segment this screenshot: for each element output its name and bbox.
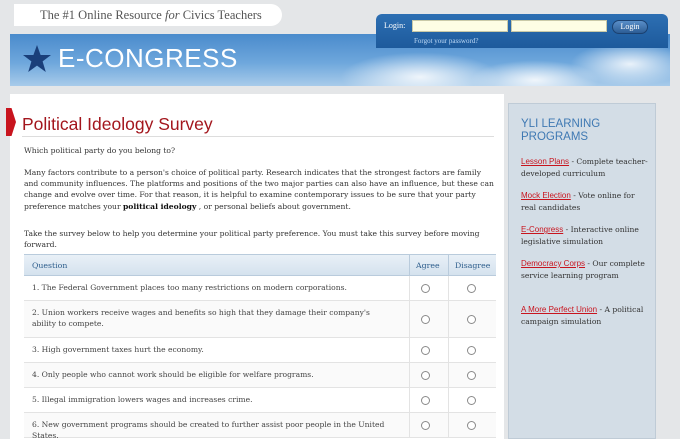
column-divider bbox=[409, 338, 410, 362]
survey-instructions: Take the survey below to help you determ… bbox=[24, 229, 480, 250]
question-text: 3. High government taxes hurt the econom… bbox=[32, 345, 204, 354]
header-agree: Agree bbox=[416, 261, 440, 270]
sidebar-item-lesson-plans: Lesson Plans - Complete teacher-develope… bbox=[521, 156, 649, 180]
tagline-prefix: The #1 Online Resource bbox=[40, 8, 165, 22]
democracy-corps-link[interactable]: Democracy Corps bbox=[521, 259, 585, 268]
question-text: 6. New government programs should be cre… bbox=[32, 420, 385, 439]
agree-radio[interactable] bbox=[421, 284, 430, 293]
body-bold-term: political ideology bbox=[123, 201, 197, 211]
lesson-plans-link[interactable]: Lesson Plans bbox=[521, 157, 569, 166]
question-text: 4. Only people who cannot work should be… bbox=[32, 370, 314, 379]
disagree-radio[interactable] bbox=[467, 284, 476, 293]
column-divider bbox=[409, 276, 410, 300]
column-divider bbox=[448, 338, 449, 362]
agree-radio[interactable] bbox=[421, 421, 430, 430]
mock-election-link[interactable]: Mock Election bbox=[521, 191, 571, 200]
disagree-radio[interactable] bbox=[467, 421, 476, 430]
login-panel: Login: Login Forgot your password? bbox=[376, 14, 668, 48]
column-divider bbox=[448, 363, 449, 387]
column-divider bbox=[448, 255, 449, 275]
site-logo[interactable]: E-CONGRESS bbox=[58, 43, 238, 74]
table-row: 2. Union workers receive wages and benef… bbox=[24, 301, 496, 338]
question-text: 5. Illegal immigration lowers wages and … bbox=[32, 395, 253, 404]
header-disagree: Disagree bbox=[455, 261, 491, 270]
table-row: 3. High government taxes hurt the econom… bbox=[24, 338, 496, 363]
agree-radio[interactable] bbox=[421, 315, 430, 324]
disagree-radio[interactable] bbox=[467, 346, 476, 355]
site-tagline: The #1 Online Resource for Civics Teache… bbox=[14, 4, 282, 26]
password-input[interactable] bbox=[511, 20, 607, 32]
column-divider bbox=[448, 388, 449, 412]
column-divider bbox=[409, 363, 410, 387]
intro-question: Which political party do you belong to? bbox=[24, 146, 176, 155]
table-row: 1. The Federal Government places too man… bbox=[24, 276, 496, 301]
column-divider bbox=[409, 413, 410, 437]
column-divider bbox=[409, 388, 410, 412]
table-row: 6. New government programs should be cre… bbox=[24, 413, 496, 439]
column-divider bbox=[448, 301, 449, 337]
login-button[interactable]: Login bbox=[612, 20, 648, 34]
table-row: 5. Illegal immigration lowers wages and … bbox=[24, 388, 496, 413]
forgot-password-link[interactable]: Forgot your password? bbox=[414, 37, 478, 45]
question-text: 1. The Federal Government places too man… bbox=[32, 283, 347, 292]
sidebar-item-mock-election: Mock Election - Vote online for real can… bbox=[521, 190, 649, 214]
tagline-suffix: Civics Teachers bbox=[179, 8, 262, 22]
sidebar-item-e-congress: E-Congress - Interactive online legislat… bbox=[521, 224, 649, 248]
agree-radio[interactable] bbox=[421, 346, 430, 355]
question-text: 2. Union workers receive wages and benef… bbox=[32, 308, 370, 328]
column-divider bbox=[409, 255, 410, 275]
title-divider bbox=[22, 136, 494, 137]
column-divider bbox=[448, 413, 449, 437]
disagree-radio[interactable] bbox=[467, 396, 476, 405]
survey-header-row: Question Agree Disagree bbox=[24, 254, 496, 276]
title-marker bbox=[6, 108, 16, 136]
disagree-radio[interactable] bbox=[467, 371, 476, 380]
column-divider bbox=[409, 301, 410, 337]
main-content: Political Ideology Survey Which politica… bbox=[6, 94, 504, 439]
login-label: Login: bbox=[384, 21, 406, 30]
programs-sidebar: YLI LEARNING PROGRAMS Lesson Plans - Com… bbox=[508, 103, 656, 439]
agree-radio[interactable] bbox=[421, 371, 430, 380]
table-row: 4. Only people who cannot work should be… bbox=[24, 363, 496, 388]
tagline-italic: for bbox=[164, 8, 180, 22]
agree-radio[interactable] bbox=[421, 396, 430, 405]
header-question: Question bbox=[32, 261, 68, 270]
column-divider bbox=[448, 276, 449, 300]
sidebar-title: YLI LEARNING PROGRAMS bbox=[521, 118, 601, 143]
username-input[interactable] bbox=[412, 20, 508, 32]
star-icon bbox=[23, 45, 51, 72]
survey-table: Question Agree Disagree 1. The Federal G… bbox=[24, 254, 496, 439]
sidebar-item-more-perfect-union: A More Perfect Union - A political campa… bbox=[521, 304, 649, 328]
more-perfect-union-link[interactable]: A More Perfect Union bbox=[521, 305, 597, 314]
sidebar-item-democracy-corps: Democracy Corps - Our complete service l… bbox=[521, 258, 649, 282]
intro-paragraph: Many factors contribute to a person's ch… bbox=[24, 167, 496, 212]
disagree-radio[interactable] bbox=[467, 315, 476, 324]
e-congress-link[interactable]: E-Congress bbox=[521, 225, 563, 234]
page-title: Political Ideology Survey bbox=[22, 114, 213, 134]
body-text-end: , or personal beliefs about government. bbox=[196, 201, 351, 211]
